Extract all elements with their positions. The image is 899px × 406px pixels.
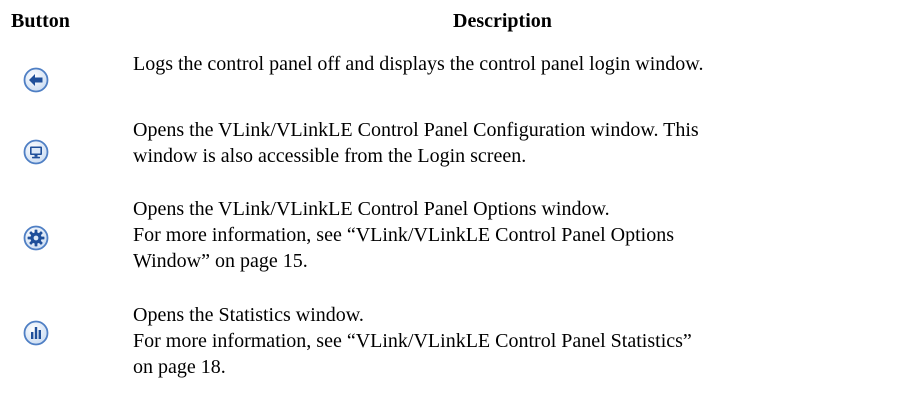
monitor-icon[interactable]: [23, 139, 49, 165]
row-description: Opens the Statistics window. For more in…: [133, 302, 893, 380]
bar-chart-icon[interactable]: [23, 320, 49, 346]
description-line: window is also accessible from the Login…: [133, 145, 527, 167]
row-description: Opens the VLink/VLinkLE Control Panel Op…: [133, 196, 893, 274]
description-line: Window” on page 15.: [133, 250, 308, 272]
column-header-button: Button: [11, 10, 70, 32]
description-line: Opens the VLink/VLinkLE Control Panel Co…: [133, 119, 699, 141]
gear-icon[interactable]: [23, 225, 49, 251]
column-header-description: Description: [453, 10, 552, 32]
description-line: Opens the VLink/VLinkLE Control Panel Op…: [133, 198, 610, 220]
description-line: For more information, see “VLink/VLinkLE…: [133, 330, 692, 352]
description-line: on page 18.: [133, 356, 226, 378]
row-description: Logs the control panel off and displays …: [133, 51, 893, 77]
description-line: Opens the Statistics window.: [133, 304, 364, 326]
description-line: Logs the control panel off and displays …: [133, 53, 704, 75]
description-line: For more information, see “VLink/VLinkLE…: [133, 224, 675, 246]
row-description: Opens the VLink/VLinkLE Control Panel Co…: [133, 117, 893, 169]
back-arrow-icon[interactable]: [23, 67, 49, 93]
